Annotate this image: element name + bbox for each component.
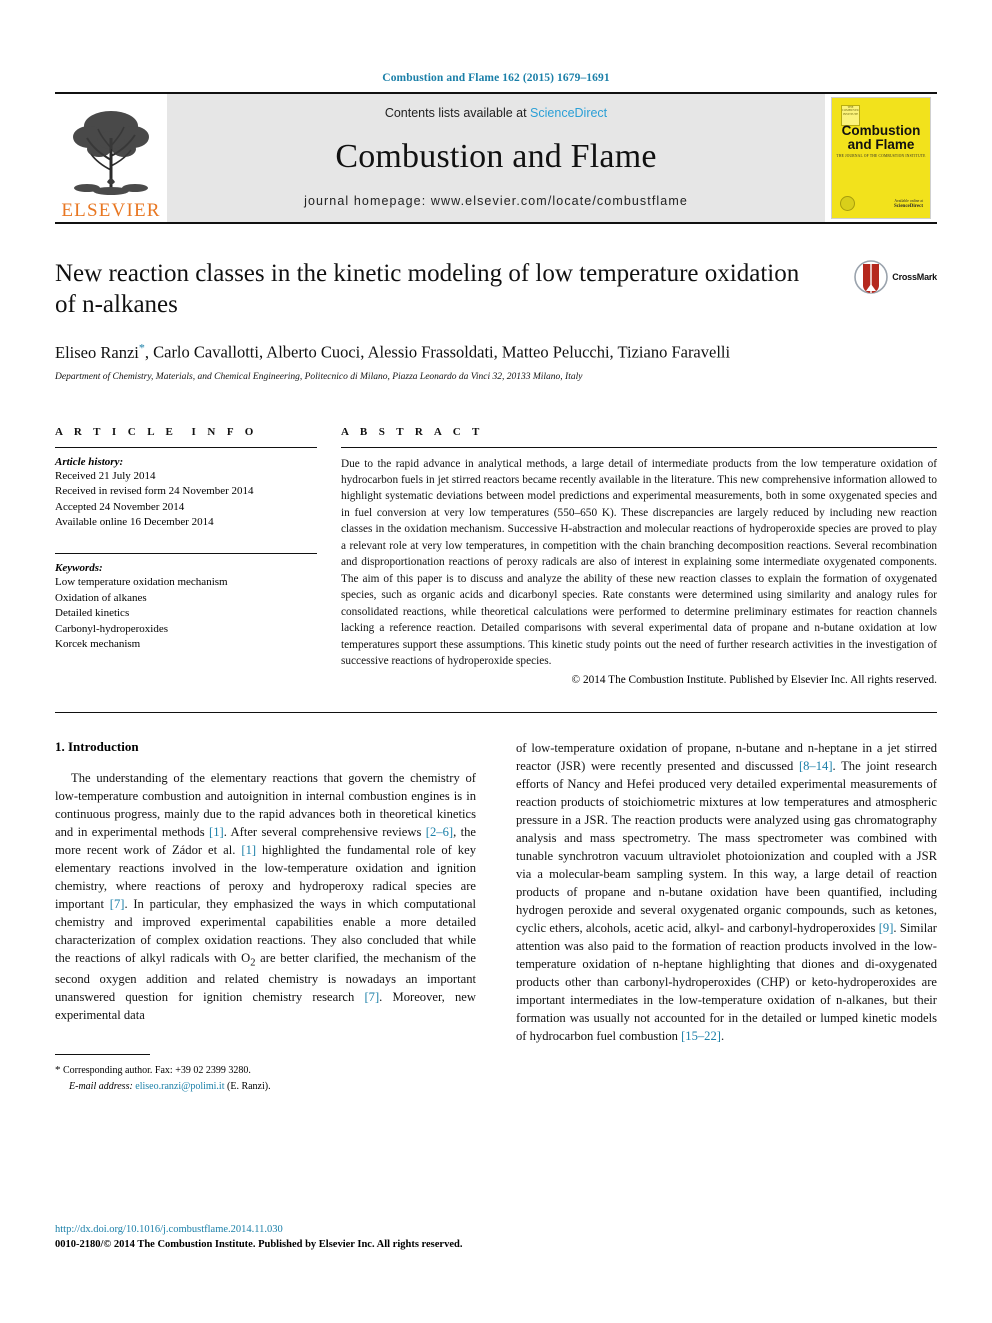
abstract-rule bbox=[341, 446, 937, 448]
footnote-block: * Corresponding author. Fax: +39 02 2399… bbox=[55, 1062, 476, 1094]
article-info-column: A R T I C L E I N F O Article history: R… bbox=[55, 426, 317, 686]
elsevier-wordmark: ELSEVIER bbox=[61, 200, 161, 221]
cover-image: THE COMBUSTION INSTITUTE Combustion and … bbox=[831, 97, 931, 219]
intro-right-d: . bbox=[720, 1028, 725, 1043]
title-block: CrossMark New reaction classes in the ki… bbox=[55, 258, 937, 382]
history-online: Available online 16 December 2014 bbox=[55, 516, 214, 529]
doi-link[interactable]: http://dx.doi.org/10.1016/j.combustflame… bbox=[55, 1222, 462, 1237]
keywords-block: Keywords: Low temperature oxidation mech… bbox=[55, 562, 317, 653]
crossmark-badge[interactable]: CrossMark bbox=[854, 260, 937, 294]
keyword-item: Low temperature oxidation mechanism bbox=[55, 575, 228, 588]
page-footer: http://dx.doi.org/10.1016/j.combustflame… bbox=[55, 1222, 462, 1252]
citation-ref-8-14[interactable]: [8–14] bbox=[799, 759, 833, 773]
body-columns: 1. Introduction The understanding of the… bbox=[55, 739, 937, 1094]
intro-right-c: . Similar attention was also paid to the… bbox=[516, 920, 937, 1043]
footnote-corresponding: * Corresponding author. Fax: +39 02 2399… bbox=[55, 1062, 476, 1079]
section-heading-introduction: 1. Introduction bbox=[55, 738, 139, 754]
journal-title: Combustion and Flame bbox=[335, 138, 657, 175]
elsevier-tree-icon bbox=[73, 111, 149, 195]
sciencedirect-link[interactable]: ScienceDirect bbox=[530, 106, 607, 120]
cover-title: Combustion and Flame bbox=[832, 123, 930, 153]
issn-copyright-line: 0010-2180/© 2014 The Combustion Institut… bbox=[55, 1239, 463, 1251]
keyword-item: Carbonyl-hydroperoxides bbox=[55, 622, 169, 635]
elsevier-logo: ELSEVIER bbox=[55, 94, 167, 222]
info-abstract-row: A R T I C L E I N F O Article history: R… bbox=[55, 426, 937, 686]
keyword-item: Oxidation of alkanes bbox=[55, 591, 147, 604]
citation-ref-15-22[interactable]: [15–22] bbox=[681, 1029, 721, 1043]
footnote-email-line: E-mail address: eliseo.ranzi@polimi.it (… bbox=[55, 1079, 476, 1094]
abstract-copyright: © 2014 The Combustion Institute. Publish… bbox=[571, 673, 937, 686]
intro-paragraph-left: The understanding of the elementary reac… bbox=[55, 769, 476, 1025]
author-eliseo-ranzi: Eliseo Ranzi*, bbox=[55, 340, 149, 362]
cover-title-line1: Combustion bbox=[841, 123, 921, 138]
footnote-star-marker: * bbox=[55, 1064, 61, 1077]
cover-subtitle: THE JOURNAL OF THE COMBUSTION INSTITUTE bbox=[836, 154, 926, 158]
footnote-email-label: E-mail address: bbox=[69, 1080, 133, 1092]
contents-prefix: Contents lists available at bbox=[384, 106, 531, 120]
history-accepted: Accepted 24 November 2014 bbox=[55, 500, 185, 513]
footnote-email-suffix: (E. Ranzi). bbox=[227, 1080, 271, 1092]
body-top-rule bbox=[55, 711, 937, 713]
contents-available-line: Contents lists available at ScienceDirec… bbox=[385, 106, 607, 120]
journal-masthead: ELSEVIER Contents lists available at Sci… bbox=[55, 94, 937, 222]
footnote-corresponding-text: Corresponding author. Fax: +39 02 2399 3… bbox=[63, 1065, 251, 1077]
cover-footer-line2: ScienceDirect bbox=[893, 203, 923, 209]
author-rest: Carlo Cavallotti, Alberto Cuoci, Alessio… bbox=[153, 342, 731, 362]
crossmark-icon bbox=[854, 260, 889, 294]
article-info-heading: A R T I C L E I N F O bbox=[55, 425, 258, 438]
corresponding-author-marker: * bbox=[138, 340, 145, 354]
masthead-center: Contents lists available at ScienceDirec… bbox=[167, 94, 825, 222]
citation-ref-9[interactable]: [9] bbox=[879, 921, 894, 935]
page-title: New reaction classes in the kinetic mode… bbox=[55, 260, 800, 318]
keywords-label: Keywords: bbox=[55, 561, 103, 574]
keywords-rule bbox=[55, 552, 317, 554]
article-history-label: Article history: bbox=[55, 455, 124, 468]
cover-seal-icon bbox=[840, 196, 855, 211]
article-info-rule bbox=[55, 446, 317, 448]
left-column: 1. Introduction The understanding of the… bbox=[55, 739, 476, 1094]
intro-right-b: . The joint research efforts of Nancy an… bbox=[516, 758, 938, 935]
keyword-item: Detailed kinetics bbox=[55, 607, 130, 620]
paper-page: Combustion and Flame 162 (2015) 1679–169… bbox=[0, 0, 992, 1323]
intro-paragraph-right: of low-temperature oxidation of propane,… bbox=[516, 739, 937, 1045]
citation-ref-1b[interactable]: [1] bbox=[241, 843, 256, 857]
right-column: of low-temperature oxidation of propane,… bbox=[516, 739, 937, 1094]
intro-text-b: . After several comprehensive reviews bbox=[223, 824, 426, 839]
citation-ref-2-6[interactable]: [2–6] bbox=[426, 825, 453, 839]
history-received: Received 21 July 2014 bbox=[55, 469, 156, 482]
citation-ref-1[interactable]: [1] bbox=[209, 825, 224, 839]
running-head: Combustion and Flame 162 (2015) 1679–169… bbox=[382, 72, 610, 84]
affiliation: Department of Chemistry, Materials, and … bbox=[55, 371, 583, 382]
author-list: Eliseo Ranzi*, Carlo Cavallotti, Alberto… bbox=[55, 340, 937, 363]
citation-ref-7[interactable]: [7] bbox=[110, 897, 125, 911]
citation-ref-7b[interactable]: [7] bbox=[364, 990, 379, 1004]
masthead-bottom-rule bbox=[55, 222, 937, 224]
abstract-column: A B S T R A C T Due to the rapid advance… bbox=[341, 426, 937, 686]
crossmark-label: CrossMark bbox=[892, 272, 937, 282]
journal-cover-thumbnail[interactable]: THE COMBUSTION INSTITUTE Combustion and … bbox=[825, 94, 937, 222]
history-revised: Received in revised form 24 November 201… bbox=[55, 485, 254, 498]
footnote-rule bbox=[55, 1054, 150, 1056]
abstract-text: Due to the rapid advance in analytical m… bbox=[341, 457, 937, 668]
keyword-item: Korcek mechanism bbox=[55, 638, 141, 651]
cover-footer: Available online at ScienceDirect bbox=[894, 199, 923, 210]
footnote-email-link[interactable]: eliseo.ranzi@polimi.it bbox=[135, 1081, 224, 1092]
journal-homepage-link[interactable]: journal homepage: www.elsevier.com/locat… bbox=[304, 194, 688, 208]
cover-title-line2: and Flame bbox=[847, 137, 915, 153]
abstract-heading: A B S T R A C T bbox=[341, 425, 484, 438]
